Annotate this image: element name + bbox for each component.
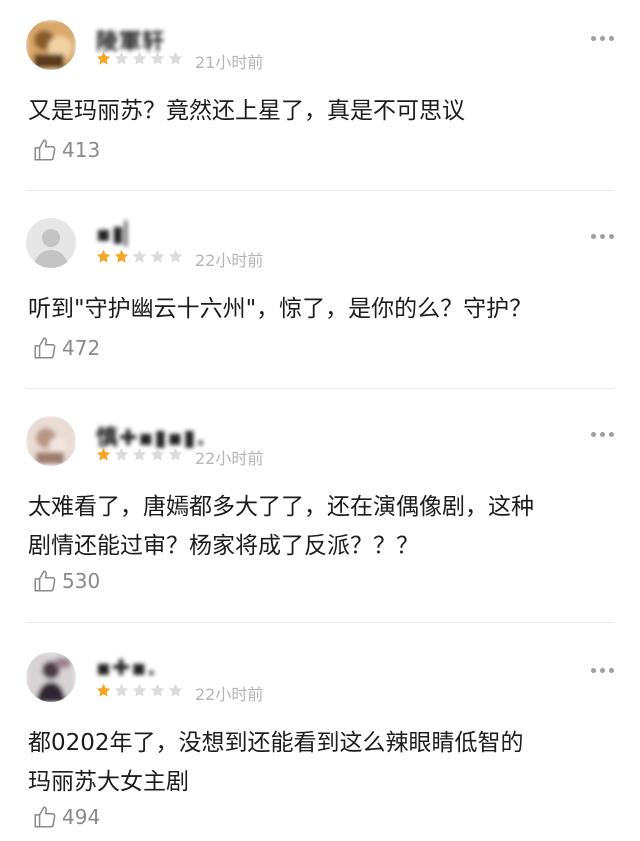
comment-item: 陵軍轩 21小时前 又是玛丽苏？竟然还上星了，真是不可思议 413 bbox=[0, 20, 640, 190]
star-filled-icon bbox=[96, 249, 111, 263]
comment-text: 听到"守护幽云十六州"，惊了，是你的么？守护？ bbox=[28, 290, 618, 329]
star-empty-icon bbox=[150, 51, 165, 65]
username[interactable]: ▪✚▪. bbox=[96, 656, 157, 681]
comment-line: 又是玛丽苏？竟然还上星了，真是不可思议 bbox=[28, 98, 465, 124]
more-options-icon[interactable] bbox=[591, 668, 614, 673]
like-count: 472 bbox=[62, 336, 101, 360]
timestamp: 22小时前 bbox=[195, 449, 264, 468]
comment-line: 玛丽苏大女主剧 bbox=[28, 769, 189, 795]
username[interactable]: ▪▮▏ bbox=[96, 222, 143, 247]
like-count: 494 bbox=[62, 805, 101, 829]
avatar[interactable] bbox=[26, 218, 76, 268]
comment-line: 听到"守护幽云十六州"，惊了，是你的么？守护？ bbox=[28, 296, 533, 322]
star-rating bbox=[95, 248, 184, 266]
comment-line: 太难看了，唐嫣都多大了了，还在演偶像剧，这种 bbox=[28, 494, 534, 520]
more-options-icon[interactable] bbox=[591, 36, 614, 41]
star-empty-icon bbox=[168, 683, 183, 697]
like-count: 413 bbox=[62, 138, 101, 162]
star-filled-icon bbox=[114, 249, 129, 263]
like-button[interactable]: 530 bbox=[32, 568, 100, 594]
comment-text: 又是玛丽苏？竟然还上星了，真是不可思议 bbox=[28, 92, 618, 131]
avatar[interactable] bbox=[26, 20, 76, 70]
more-options-icon[interactable] bbox=[591, 234, 614, 239]
avatar[interactable] bbox=[26, 652, 76, 702]
comment-text: 都0202年了，没想到还能看到这么辣眼睛低智的 玛丽苏大女主剧 bbox=[28, 724, 618, 802]
star-empty-icon bbox=[132, 683, 147, 697]
comment-item: ▪▮▏ 22小时前 听到"守护幽云十六州"，惊了，是你的么？守护？ 472 bbox=[0, 218, 640, 388]
star-rating bbox=[95, 50, 184, 68]
star-empty-icon bbox=[132, 447, 147, 461]
star-filled-icon bbox=[96, 447, 111, 461]
star-empty-icon bbox=[168, 51, 183, 65]
star-rating bbox=[95, 446, 184, 464]
star-empty-icon bbox=[150, 683, 165, 697]
thumbs-up-icon bbox=[34, 139, 56, 161]
divider bbox=[26, 622, 614, 623]
star-empty-icon bbox=[132, 249, 147, 263]
thumbs-up-icon bbox=[34, 570, 56, 592]
star-empty-icon bbox=[132, 51, 147, 65]
star-empty-icon bbox=[168, 447, 183, 461]
like-button[interactable]: 413 bbox=[32, 137, 100, 163]
star-empty-icon bbox=[114, 683, 129, 697]
comment-line: 都0202年了，没想到还能看到这么辣眼睛低智的 bbox=[28, 730, 524, 756]
divider bbox=[26, 388, 614, 389]
star-filled-icon bbox=[96, 683, 111, 697]
thumbs-up-icon bbox=[34, 337, 56, 359]
comment-line: 剧情还能过审？杨家将成了反派？？？ bbox=[28, 533, 419, 559]
avatar[interactable] bbox=[26, 416, 76, 466]
star-empty-icon bbox=[114, 51, 129, 65]
thumbs-up-icon bbox=[34, 806, 56, 828]
comment-feed: 陵軍轩 21小时前 又是玛丽苏？竟然还上星了，真是不可思议 413 ▪▮▏ 22… bbox=[0, 0, 640, 841]
star-empty-icon bbox=[150, 249, 165, 263]
star-empty-icon bbox=[150, 447, 165, 461]
star-empty-icon bbox=[168, 249, 183, 263]
like-button[interactable]: 494 bbox=[32, 804, 100, 830]
like-count: 530 bbox=[62, 569, 101, 593]
comment-item: ▪✚▪. 22小时前 都0202年了，没想到还能看到这么辣眼睛低智的 玛丽苏大女… bbox=[0, 652, 640, 841]
comment-item: 慎✚▪▮▪▮. 22小时前 太难看了，唐嫣都多大了了，还在演偶像剧，这种 剧情还… bbox=[0, 416, 640, 622]
timestamp: 22小时前 bbox=[195, 251, 264, 270]
timestamp: 21小时前 bbox=[195, 53, 264, 72]
timestamp: 22小时前 bbox=[195, 685, 264, 704]
star-rating bbox=[95, 682, 184, 700]
star-empty-icon bbox=[114, 447, 129, 461]
star-filled-icon bbox=[96, 51, 111, 65]
like-button[interactable]: 472 bbox=[32, 335, 100, 361]
comment-text: 太难看了，唐嫣都多大了了，还在演偶像剧，这种 剧情还能过审？杨家将成了反派？？？ bbox=[28, 488, 618, 566]
divider bbox=[26, 190, 614, 191]
more-options-icon[interactable] bbox=[591, 432, 614, 437]
